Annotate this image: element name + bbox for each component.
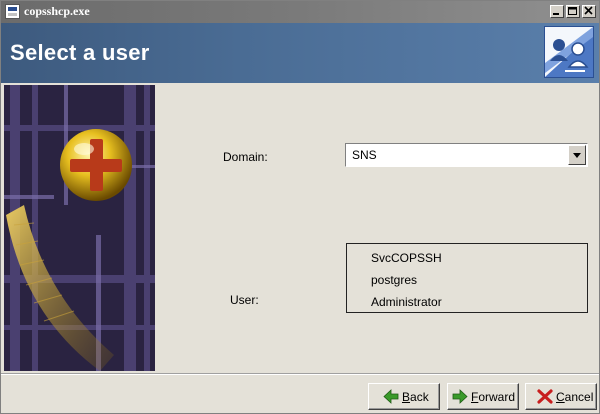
cancel-button-label: Cancel (556, 390, 594, 404)
forward-arrow-icon (452, 389, 468, 404)
back-arrow-icon (383, 389, 399, 404)
window-title: copsshcp.exe (24, 4, 90, 18)
app-icon (5, 4, 20, 19)
installer-window: copsshcp.exe Select a user Domain: SNS U… (0, 0, 600, 414)
page-title: Select a user (10, 40, 150, 65)
forward-button[interactable]: Forward (447, 383, 519, 410)
footer-divider (1, 373, 599, 375)
header-band: Select a user (1, 23, 599, 83)
list-item[interactable]: Administrator (371, 295, 442, 309)
forward-button-label: Forward (471, 390, 516, 404)
list-item[interactable]: SvcCOPSSH (371, 251, 442, 265)
maximize-button[interactable] (566, 5, 580, 18)
domain-select[interactable]: SNS (345, 143, 588, 167)
user-label: User: (230, 293, 259, 307)
chevron-down-icon[interactable] (568, 145, 586, 165)
minimize-icon (553, 13, 559, 15)
back-button-label: Back (402, 390, 429, 404)
cancel-x-icon (537, 389, 553, 404)
maximize-icon (568, 7, 577, 15)
list-item[interactable]: postgres (371, 273, 417, 287)
close-button[interactable] (582, 5, 596, 18)
users-network-icon (544, 26, 594, 78)
title-bar[interactable]: copsshcp.exe (1, 1, 599, 23)
domain-select-value: SNS (352, 148, 377, 162)
domain-label: Domain: (223, 150, 268, 164)
user-list[interactable]: SvcCOPSSH postgres Administrator (346, 243, 588, 313)
close-icon (584, 6, 593, 15)
back-button[interactable]: Back (368, 383, 440, 410)
wizard-side-artwork (4, 85, 155, 371)
minimize-button[interactable] (550, 5, 564, 18)
cancel-button[interactable]: Cancel (525, 383, 597, 410)
